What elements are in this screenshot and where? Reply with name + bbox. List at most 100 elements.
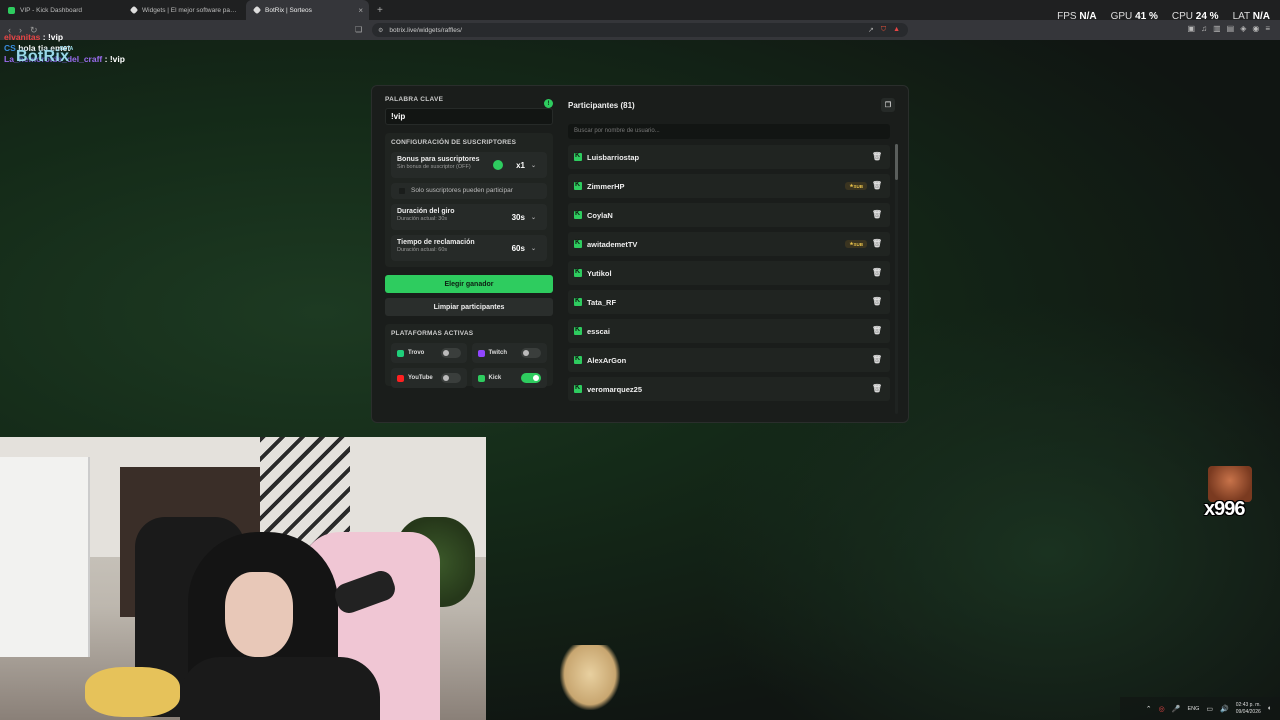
claim-time-select[interactable]: 60s ⌄	[507, 241, 541, 255]
new-tab-button[interactable]: +	[369, 0, 391, 20]
browser-tab-kick-dashboard[interactable]: VIP - Kick Dashboard	[0, 0, 123, 20]
clear-participants-button[interactable]: Limpiar participantes	[385, 298, 553, 316]
site-info-icon[interactable]: ⚙	[378, 27, 383, 34]
participant-row: Yutikol 🗑	[568, 261, 890, 285]
participant-row: ZimmerHP ★ SUB 🗑	[568, 174, 890, 198]
participant-list: Luisbarriostap 🗑 ZimmerHP ★ SUB 🗑 CoylaN 🗑 a…	[568, 145, 890, 401]
vpn-icon[interactable]: ◈	[1240, 24, 1246, 33]
platforms-title: PLATAFORMAS ACTIVAS	[391, 330, 474, 337]
kick-icon	[574, 181, 582, 190]
share-icon[interactable]: ↗	[868, 26, 874, 34]
triangle-icon[interactable]: ▲	[893, 26, 900, 34]
extension-icons: ▣ ♫ ▥ ▤ ◈ ◉ ≡	[1188, 24, 1271, 33]
kick-icon	[574, 326, 582, 335]
kick-icon	[574, 152, 582, 161]
youtube-toggle[interactable]	[440, 373, 461, 383]
only-subs-checkbox[interactable]: Solo suscriptores pueden participar	[391, 183, 547, 199]
webcam-streamer-body	[180, 657, 380, 720]
tab-title: Widgets | El mejor software para pro	[142, 6, 237, 14]
twitch-icon	[477, 349, 485, 357]
participants-section: Participantes (81) ❐ Buscar por nombre d…	[568, 96, 898, 414]
network-icon[interactable]: ◎	[1159, 705, 1165, 713]
active-platforms: PLATAFORMAS ACTIVAS Trovo Twitch YouTube	[385, 324, 553, 388]
kick-icon	[574, 297, 582, 306]
trash-icon[interactable]: 🗑	[872, 384, 882, 393]
participant-row: veromarquez25 🗑	[568, 377, 890, 401]
close-tab-icon[interactable]: ×	[358, 6, 363, 15]
keyword-input[interactable]: !vip	[385, 108, 553, 125]
participant-name: Luisbarriostap	[587, 152, 640, 162]
participant-name: esscai	[587, 326, 610, 336]
gpu-value: 41 %	[1135, 11, 1158, 22]
tab-title: BotRix | Sorteos	[265, 6, 312, 14]
beta-badge: BETA	[60, 46, 74, 52]
copy-icon[interactable]: ❐	[881, 98, 895, 112]
participant-row: Tata_RF 🗑	[568, 290, 890, 314]
chevron-up-icon[interactable]: ⌃	[1146, 705, 1152, 713]
notification-icon[interactable]: ◐	[1268, 705, 1272, 712]
participant-search-input[interactable]: Buscar por nombre de usuario...	[568, 124, 890, 139]
claim-time-row: Tiempo de reclamación Duración actual: 6…	[391, 235, 547, 261]
spin-value: 30s	[511, 212, 525, 222]
kick-icon	[477, 374, 485, 382]
platform-label: YouTube	[408, 375, 433, 381]
botrix-favicon-icon	[252, 5, 262, 15]
bonus-value: x1	[516, 160, 525, 170]
display-icon[interactable]: ▭	[1206, 705, 1213, 713]
browser-tab-widgets[interactable]: Widgets | El mejor software para pro	[123, 0, 246, 20]
clock-time: 02:43 p. m.	[1235, 701, 1261, 708]
shield-icon[interactable]: ⛉	[881, 26, 886, 34]
trash-icon[interactable]: 🗑	[872, 239, 882, 248]
trovo-toggle[interactable]	[440, 348, 461, 358]
bonus-select[interactable]: x1 ⌄	[511, 158, 541, 172]
extension-icon[interactable]: ▣	[1188, 24, 1196, 33]
trash-icon[interactable]: 🗑	[872, 297, 882, 306]
kick-icon	[574, 268, 582, 277]
volume-icon[interactable]: 🔊	[1220, 705, 1229, 713]
chat-message: !vip	[109, 54, 125, 64]
botrix-favicon-icon	[129, 5, 139, 15]
participant-scrollbar-thumb[interactable]	[895, 144, 898, 180]
laughing-emote-icon	[1208, 466, 1252, 502]
url-field[interactable]: ⚙ botrix.live/widgets/raffles/ ↗ ⛉ ▲	[372, 23, 908, 37]
platform-label: Twitch	[488, 350, 508, 356]
youtube-icon	[397, 374, 404, 382]
cpu-value: 24 %	[1195, 11, 1219, 22]
platform-twitch: Twitch	[471, 343, 547, 363]
twitch-toggle[interactable]	[521, 348, 541, 358]
participant-name: Yutikol	[587, 268, 612, 278]
trash-icon[interactable]: 🗑	[872, 210, 882, 219]
info-icon[interactable]	[493, 160, 503, 170]
lat-stat: LAT N/A	[1233, 11, 1270, 22]
platform-trovo: Trovo	[391, 343, 467, 363]
platform-label: Trovo	[408, 350, 425, 356]
participants-title: Participantes (81)	[568, 100, 635, 110]
lang-indicator[interactable]: ENG	[1187, 706, 1199, 712]
sidebar-icon[interactable]: ▥	[1213, 24, 1221, 33]
participant-name: awitademetTV	[587, 239, 638, 249]
clock[interactable]: 02:43 p. m. 09/04/2026	[1236, 702, 1261, 716]
chat-separator: :	[102, 54, 110, 64]
mic-icon[interactable]: 🎤	[1172, 705, 1181, 713]
trash-icon[interactable]: 🗑	[872, 326, 882, 335]
kick-toggle[interactable]	[521, 373, 541, 383]
spin-duration-row: Duración del giro Duración actual: 30s 3…	[391, 204, 547, 230]
menu-icon[interactable]: ≡	[1265, 24, 1270, 33]
info-icon[interactable]	[544, 99, 553, 108]
cpu-stat: CPU 24 %	[1172, 11, 1219, 22]
lat-value: N/A	[1252, 11, 1270, 22]
bookmark-icon[interactable]: ❏	[355, 25, 362, 34]
spin-duration-select[interactable]: 30s ⌄	[507, 210, 541, 224]
trash-icon[interactable]: 🗑	[872, 152, 882, 161]
music-icon[interactable]: ♫	[1201, 24, 1207, 33]
trash-icon[interactable]: 🗑	[872, 355, 882, 364]
platform-grid: Trovo Twitch YouTube Kick	[391, 343, 547, 388]
participant-scrollbar[interactable]	[895, 144, 898, 414]
trash-icon[interactable]: 🗑	[872, 181, 882, 190]
browser-tab-sorteos[interactable]: BotRix | Sorteos ×	[246, 0, 369, 20]
kick-icon	[574, 384, 582, 393]
pick-winner-button[interactable]: Elegir ganador	[385, 275, 553, 293]
trash-icon[interactable]: 🗑	[872, 268, 882, 277]
wallet-icon[interactable]: ▤	[1227, 24, 1235, 33]
location-icon[interactable]: ◉	[1252, 24, 1259, 33]
